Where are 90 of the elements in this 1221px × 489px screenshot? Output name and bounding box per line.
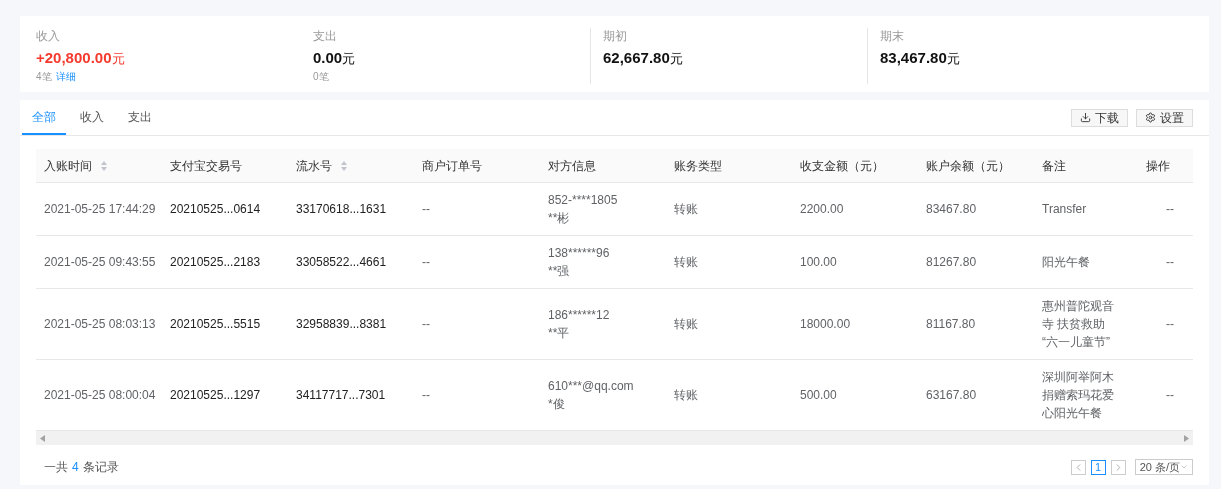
summary-value: +20,800.00 (36, 48, 112, 68)
transaction-count: 0笔 (313, 70, 329, 83)
counterparty-text: **平 (548, 325, 571, 342)
table-cell-text: 18000.00 (800, 316, 852, 333)
transaction-count: 4笔 (36, 70, 52, 83)
counterparty-text: **强 (548, 263, 571, 280)
settings-button[interactable]: 设置 (1136, 108, 1193, 127)
table-cell-text: -- (1166, 201, 1174, 218)
summary-label: 支出 (313, 28, 338, 44)
column-header: 对方信息 (548, 157, 596, 175)
table-cell-text: 34117717...7301 (296, 387, 387, 404)
table-cell-text: 20210525...5515 (170, 316, 262, 333)
table-cell-text: 2021-05-25 08:03:13 (44, 316, 157, 333)
tab[interactable]: 支出 (118, 100, 162, 135)
table-cell-text: 63167.80 (926, 387, 978, 404)
table-cell-text: 100.00 (800, 254, 838, 271)
table-cell-text: 2021-05-25 09:43:55 (44, 254, 157, 271)
note-text: “六一儿童节” (1042, 334, 1111, 351)
summary-label: 期末 (880, 28, 905, 44)
chevron-down-icon (1180, 463, 1188, 471)
column-header: 备注 (1042, 157, 1066, 175)
table-cell-text: 500.00 (800, 387, 838, 404)
currency-unit: 元 (669, 50, 683, 68)
column-header: 流水号 (296, 157, 332, 175)
total-label: 条记录 (82, 459, 119, 476)
column-header: 支付宝交易号 (170, 157, 242, 175)
table-cell-text: -- (422, 387, 431, 404)
note-text: 心阳光午餐 (1042, 405, 1103, 422)
currency-unit: 元 (111, 50, 125, 68)
table-cell-text: 81267.80 (926, 254, 978, 271)
counterparty-text: 186******12 (548, 307, 611, 324)
summary-label: 收入 (36, 28, 61, 44)
table-cell-text: 2200.00 (800, 201, 845, 218)
sort-icon[interactable] (100, 159, 108, 172)
total-label: 一共 (44, 459, 68, 476)
download-button[interactable]: 下载 (1071, 108, 1128, 127)
column-header: 操作 (1146, 157, 1170, 175)
table-cell-text: 转账 (674, 316, 699, 333)
page-size-select[interactable]: 20 条/页 (1134, 459, 1193, 475)
currency-unit: 元 (946, 50, 960, 68)
table-cell-text: -- (1166, 254, 1174, 271)
summary-value: 0.00 (313, 48, 343, 68)
table-cell-text: 83467.80 (926, 201, 978, 218)
table-cell-text: 20210525...0614 (170, 201, 262, 218)
table-cell-text: 2021-05-25 17:44:29 (44, 201, 157, 218)
scroll-right-icon (1184, 434, 1189, 442)
table-cell-text: 20210525...2183 (170, 254, 262, 271)
counterparty-text: 610***@qq.com (548, 378, 635, 395)
total-count: 4 (72, 459, 79, 476)
download-icon (1080, 112, 1091, 123)
table-cell-text: 2021-05-25 08:00:04 (44, 387, 157, 404)
table-cell-text: 转账 (674, 254, 699, 271)
column-header: 商户订单号 (422, 157, 482, 175)
note-text: 寺 扶贫救助 (1042, 316, 1107, 333)
table-cell-text: -- (1166, 316, 1174, 333)
column-header: 入账时间 (44, 157, 92, 175)
currency-unit: 元 (342, 50, 356, 68)
note-text: 捐赠索玛花爱 (1042, 387, 1115, 404)
sort-icon[interactable] (340, 159, 348, 172)
table-cell-text: -- (422, 201, 431, 218)
table-cell-text: -- (422, 254, 431, 271)
counterparty-text: *俊 (548, 396, 566, 413)
summary-value: 62,667.80 (603, 48, 670, 68)
counterparty-text: **彬 (548, 210, 571, 227)
column-header: 账户余额（元） (926, 157, 1010, 175)
column-header: 收支金额（元） (800, 157, 884, 175)
table-cell-text: 32958839...8381 (296, 316, 388, 333)
note-text: 惠州普陀观音 (1042, 298, 1115, 315)
settings-icon (1145, 112, 1156, 123)
table-cell-text: 33058522...4661 (296, 254, 388, 271)
table-cell-text: -- (422, 316, 431, 333)
column-header: 账务类型 (674, 157, 722, 175)
table-cell-text: -- (1166, 387, 1174, 404)
note-text: 阳光午餐 (1042, 254, 1091, 271)
horizontal-scrollbar[interactable] (36, 431, 1193, 445)
tab[interactable]: 收入 (70, 100, 114, 135)
next-page-button[interactable] (1110, 459, 1126, 475)
summary-value: 83,467.80 (880, 48, 947, 68)
table-cell-text: 33170618...1631 (296, 201, 388, 218)
table-cell-text: 20210525...1297 (170, 387, 262, 404)
counterparty-text: 852-****1805 (548, 192, 619, 209)
note-text: 深圳阿举阿木 (1042, 369, 1115, 386)
table-cell-text: 81167.80 (926, 316, 977, 333)
table-cell-text: 转账 (674, 387, 699, 404)
note-text: Transfer (1042, 201, 1088, 218)
previous-page-button[interactable] (1070, 459, 1086, 475)
summary-label: 期初 (603, 28, 628, 44)
scroll-left-icon (40, 434, 45, 442)
table-cell-text: 转账 (674, 201, 699, 218)
counterparty-text: 138******96 (548, 245, 611, 262)
